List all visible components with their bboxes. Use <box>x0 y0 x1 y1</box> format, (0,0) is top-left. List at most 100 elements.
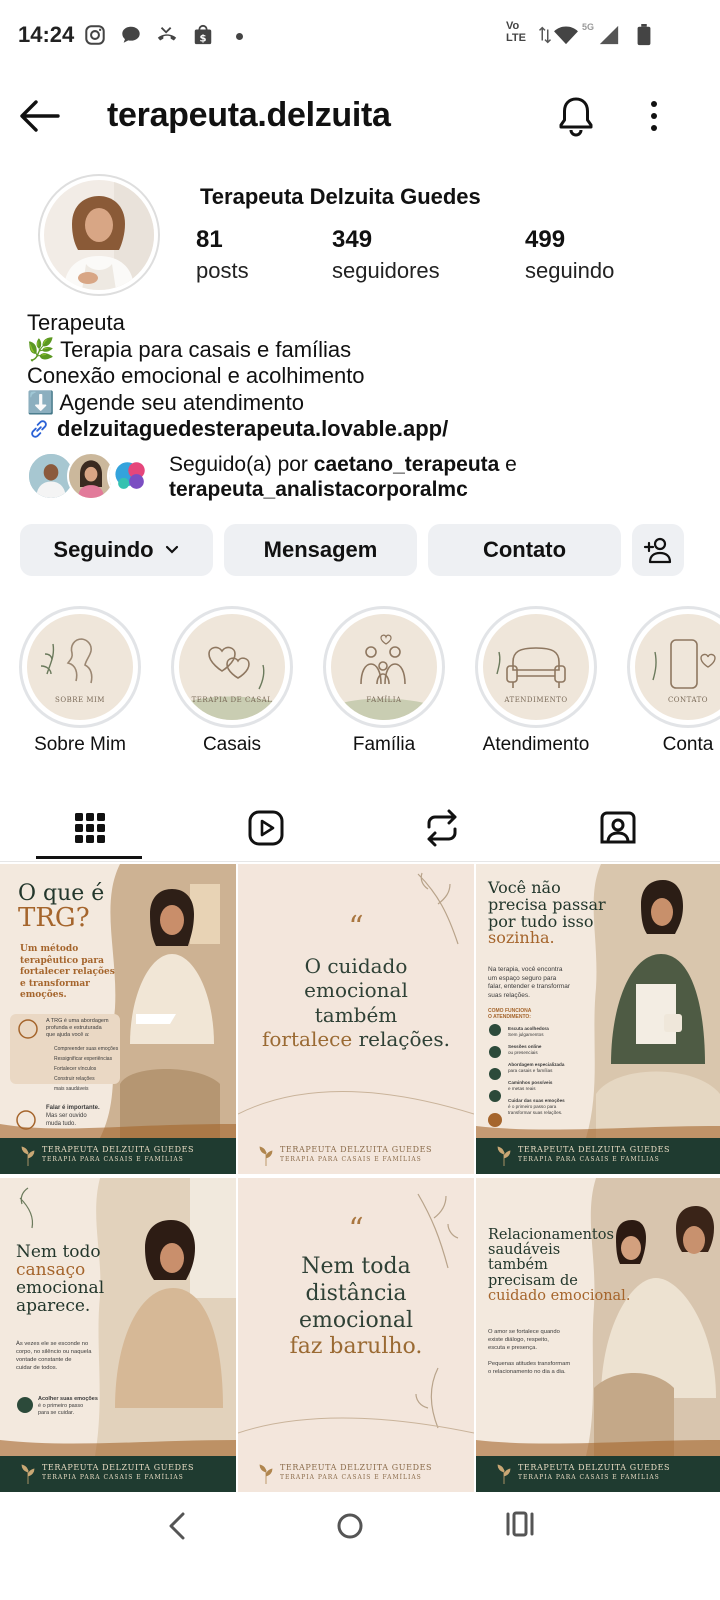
wifi-icon <box>554 26 578 45</box>
stat-posts[interactable]: 81 posts <box>196 226 249 284</box>
post-4-subtitle: Às vezes ele se esconde no corpo, no silê… <box>16 1341 92 1371</box>
back-nav-icon[interactable] <box>163 1510 191 1542</box>
post-2-quote-mark: “ <box>348 910 364 945</box>
highlight-atendimento[interactable]: ATENDIMENTO Atendimento <box>474 606 598 756</box>
message-button[interactable]: Mensagem <box>224 524 417 576</box>
tab-tagged[interactable] <box>528 796 708 860</box>
system-navigation-bar <box>0 1492 720 1600</box>
highlight-label-3: Família <box>352 734 416 755</box>
highlight-familia[interactable]: FAMÍLIA Família <box>322 606 446 756</box>
post-tile-4[interactable]: Nem todo cansaço emocional aparece. Às veze… <box>0 1178 236 1492</box>
reels-icon <box>248 810 284 846</box>
phone-heart-icon <box>652 639 716 689</box>
stat-followers-count: 349 <box>332 226 373 253</box>
highlight-caption-2: TERAPIA DE CASAL <box>191 696 273 704</box>
bell-icon[interactable] <box>556 94 596 138</box>
tab-posts[interactable] <box>0 796 180 860</box>
stat-followers-label: seguidores <box>332 258 440 283</box>
highlight-label-2: Casais <box>202 734 262 755</box>
post-tile-6[interactable]: Relacionamentos saudáveis também precisam d… <box>476 1178 720 1492</box>
chat-bubble-icon <box>122 26 140 43</box>
highlight-contato[interactable]: CONTATO Conta <box>626 606 720 756</box>
shop-bag-icon: $ <box>194 24 212 44</box>
following-button[interactable]: Seguindo <box>20 524 213 576</box>
data-arrows-icon <box>538 26 552 44</box>
tab-reels[interactable] <box>176 796 356 860</box>
volte-indicator: Vo LTE <box>506 20 526 44</box>
bio-line-3: Conexão emocional e acolhimento <box>27 363 365 388</box>
post-3-items: Escuta acolhedora Sem julgamentos Sessões… <box>508 1026 565 1115</box>
home-nav-icon[interactable] <box>334 1510 366 1542</box>
profile-avatar[interactable] <box>38 174 160 296</box>
post-tile-5[interactable]: “ Nem toda distância emocional faz barulho.… <box>238 1178 474 1492</box>
status-time: 14:24 <box>18 22 75 47</box>
highlight-caption-5: CONTATO <box>667 696 709 704</box>
followed-by[interactable]: Seguido(a) por caetano_terapeuta e terap… <box>27 452 707 504</box>
stat-posts-label: posts <box>196 258 249 283</box>
signal-icon <box>599 25 619 45</box>
post-6-title: Relacionamentos saudáveis também precisam d… <box>488 1227 631 1304</box>
post-3-title: Você não precisa passar por tudo isso sozin… <box>488 878 606 948</box>
post-1-note: Falar é importante. Mas ser ouvido muda tu… <box>46 1105 100 1127</box>
down-arrow-emoji: ⬇️ <box>27 389 55 415</box>
post-3-subtitle: Na terapia, você encontra um espaço segur… <box>488 966 571 999</box>
active-tab-indicator <box>36 856 142 859</box>
highlight-label-5: Conta <box>662 734 714 755</box>
post-tile-3[interactable]: Você não precisa passar por tudo isso sozin… <box>476 864 720 1174</box>
post-1-box: A TRG é uma abordagem profunda e estrutur… <box>46 1018 109 1038</box>
highlight-casais[interactable]: TERAPIA DE CASAL Casais <box>170 606 294 756</box>
highlight-caption-3: FAMÍLIA <box>366 696 402 704</box>
followed-by-text: Seguido(a) por caetano_terapeuta e terap… <box>169 453 517 501</box>
profile-tabs <box>0 796 720 862</box>
add-person-icon <box>643 537 672 564</box>
profile-header: terapeuta.delzuita <box>0 80 720 152</box>
contact-button[interactable]: Contato <box>428 524 621 576</box>
highlight-caption-4: ATENDIMENTO <box>504 696 568 704</box>
display-name: Terapeuta Delzuita Guedes <box>200 184 481 209</box>
recents-nav-icon[interactable] <box>504 1508 536 1540</box>
avatar-photo <box>44 180 154 290</box>
post-6-subtitle: O amor se fortalece quando existe diálogo… <box>488 1329 571 1375</box>
bio-link-text[interactable]: delzuitaguedesterapeuta.lovable.app/ <box>57 416 448 441</box>
reposts-icon <box>427 809 457 847</box>
link-icon <box>31 420 47 438</box>
stat-following-label: seguindo <box>525 258 615 283</box>
stat-following[interactable]: 499 seguindo <box>525 226 614 284</box>
follower-avatar-3 <box>107 452 155 500</box>
bio-link[interactable]: delzuitaguedesterapeuta.lovable.app/ <box>27 416 448 443</box>
post-5-quote: Nem toda distância emocional faz barulho. <box>289 1254 423 1360</box>
chevron-down-icon <box>165 545 178 554</box>
stat-posts-count: 81 <box>196 226 223 253</box>
hearts-icon <box>179 646 285 720</box>
post-3-footer: TERAPEUTA DELZUITA GUEDES TERAPIA PARA CA… <box>476 1138 720 1174</box>
post-3-how: COMO FUNCIONA O ATENDIMENTO: <box>488 1008 532 1020</box>
suggested-users-button[interactable] <box>632 524 684 576</box>
post-tile-2[interactable]: “ O cuidado emocional também fortalece rela… <box>238 864 474 1174</box>
status-bar: 14:24 $ Vo LTE 5G <box>0 0 720 72</box>
post-4-footer: TERAPEUTA DELZUITA GUEDES TERAPIA PARA CA… <box>0 1456 236 1492</box>
instagram-icon <box>85 25 105 45</box>
post-4-title: Nem todo cansaço emocional aparece. <box>16 1242 105 1316</box>
post-3-bullet-icons <box>488 1024 502 1127</box>
more-vertical-icon[interactable] <box>646 96 662 136</box>
followed-user-2: terapeuta_analistacorporalmc <box>169 478 468 501</box>
back-arrow-icon[interactable] <box>18 96 62 136</box>
tagged-icon <box>600 811 636 844</box>
missed-call-icon <box>157 27 177 41</box>
grid-icon <box>75 813 105 843</box>
post-tile-1[interactable]: O que é TRG? Um método terapêutico para for… <box>0 864 236 1174</box>
family-icon <box>331 634 437 720</box>
post-4-artwork <box>0 1178 236 1456</box>
post-1-title: O que é TRG? <box>18 881 105 934</box>
armchair-icon <box>496 647 566 688</box>
post-4-note: Acolher suas emoções é o primeiro passo pa… <box>38 1396 98 1416</box>
post-2-footer: TERAPEUTA DELZUITA GUEDES TERAPIA PARA CA… <box>238 1138 474 1174</box>
highlight-caption-1: SOBRE MIM <box>55 696 105 704</box>
stat-followers[interactable]: 349 seguidores <box>332 226 440 284</box>
highlight-sobre-mim[interactable]: SOBRE MIM Sobre Mim <box>18 606 142 756</box>
woman-line-art-icon <box>40 638 93 684</box>
bio-line-4: ⬇️ Agende seu atendimento <box>27 389 304 415</box>
posts-grid: O que é TRG? Um método terapêutico para for… <box>0 864 720 1492</box>
svg-text:$: $ <box>199 33 206 44</box>
tab-reposts[interactable] <box>352 796 532 860</box>
